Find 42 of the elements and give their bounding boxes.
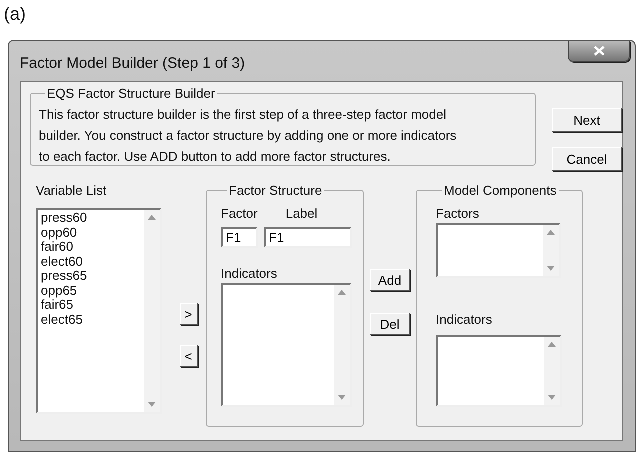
scroll-down-icon[interactable] (148, 402, 156, 407)
figure-label: (a) (4, 4, 26, 24)
label-field[interactable]: F1 (264, 227, 352, 248)
factor-field[interactable]: F1 (221, 227, 258, 248)
close-button[interactable] (568, 41, 630, 62)
list-item[interactable]: elect65 (41, 312, 141, 327)
dialog-button[interactable]: Next (552, 108, 622, 132)
list-item[interactable]: fair65 (41, 298, 141, 312)
scroll-up-icon[interactable] (547, 230, 555, 235)
list-label: Factors (436, 206, 480, 221)
group-title: EQS Factor Structure Builder (46, 86, 216, 101)
scroll-down-icon[interactable] (547, 266, 555, 271)
list-label: Indicators (436, 312, 492, 327)
group-title: Model Components (443, 183, 558, 198)
indicators-list[interactable] (436, 335, 562, 407)
move-button[interactable]: < (180, 345, 198, 367)
edit-button[interactable]: Del (370, 313, 410, 335)
dialog-button[interactable]: Cancel (552, 147, 622, 171)
scroll-down-icon[interactable] (548, 395, 556, 400)
scroll-down-icon[interactable] (338, 395, 346, 400)
scroll-up-icon[interactable] (548, 342, 556, 347)
intro-text: This factor structure builder is the first step of a three-step factor model builder. You construct a factor structure by adding one or more indicators to each factor. Use ADD button to add more factor structures. (39, 106, 458, 166)
field-label: Factor (221, 206, 258, 221)
factors-list[interactable] (436, 223, 561, 278)
window-title: Factor Model Builder (Step 1 of 3) (20, 55, 246, 72)
list-item[interactable]: opp60 (41, 226, 141, 240)
scroll-up-icon[interactable] (338, 290, 346, 295)
list-item[interactable]: press65 (41, 269, 141, 284)
variable-list[interactable]: press60 opp60 fair60 elect60 press65 opp65 fair65 elect65 (36, 208, 162, 414)
list-item[interactable]: elect60 (41, 254, 141, 269)
move-button[interactable]: > (180, 303, 198, 325)
list-item[interactable]: opp65 (41, 284, 141, 298)
indicators-list[interactable] (221, 283, 352, 407)
group-title: Factor Structure (228, 183, 324, 198)
field-label: Label (286, 206, 318, 221)
list-label: Indicators (221, 266, 278, 281)
list-item[interactable]: press60 (41, 211, 141, 226)
edit-button[interactable]: Add (370, 269, 410, 291)
list-label: Variable List (36, 183, 108, 198)
scroll-up-icon[interactable] (148, 215, 156, 220)
close-icon (594, 46, 604, 56)
list-item[interactable]: fair60 (41, 240, 141, 254)
